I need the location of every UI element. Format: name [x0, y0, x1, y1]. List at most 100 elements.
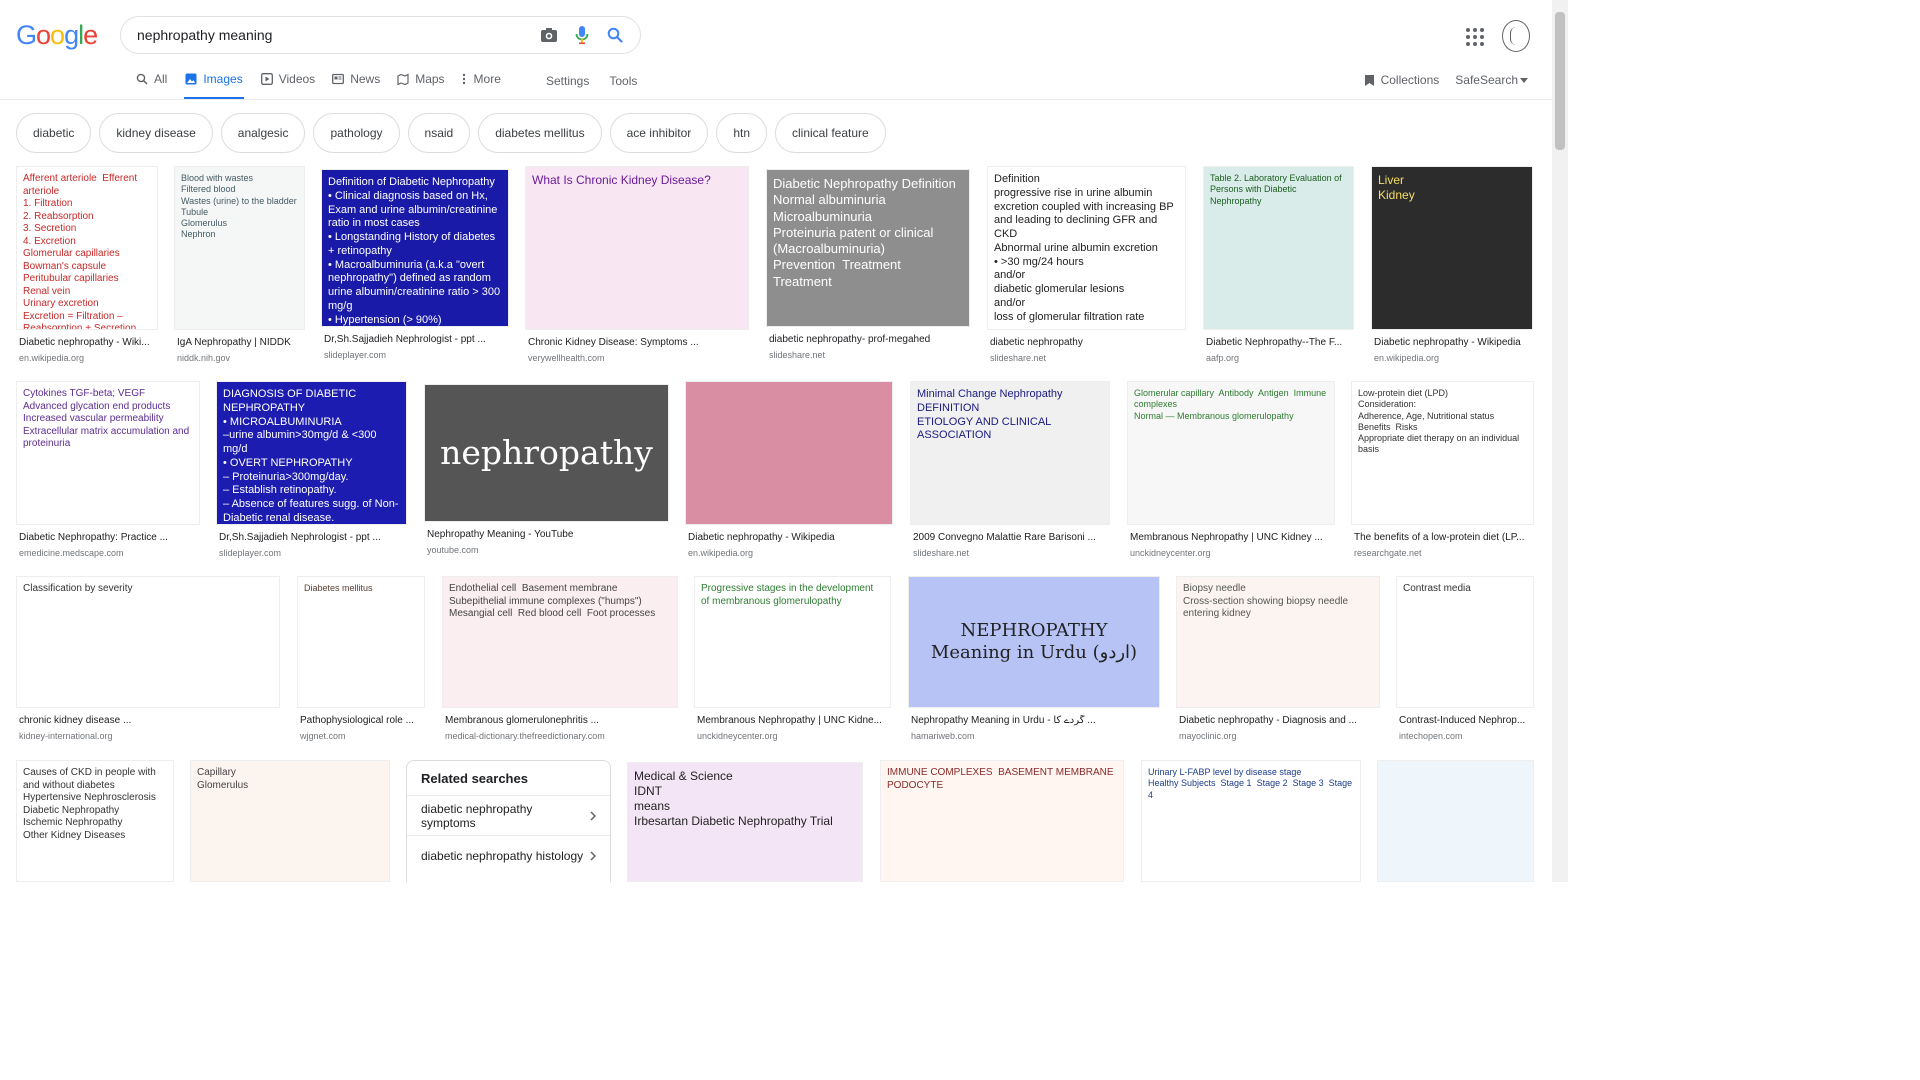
image-result[interactable]: Cytokines TGF-beta; VEGF Advanced glycat… [16, 381, 200, 565]
result-thumbnail[interactable]: Liver Kidney [1371, 166, 1533, 330]
image-result[interactable]: Liver Kidney Diabetic nephropathy - Wikip… [1371, 166, 1533, 370]
tools-link[interactable]: Tools [609, 74, 637, 88]
result-thumbnail[interactable]: Definition progressive rise in urine alb… [987, 166, 1186, 330]
chip-clinical-feature[interactable]: clinical feature [775, 113, 886, 153]
result-thumbnail[interactable]: Biopsy needle Cross-section showing biop… [1176, 576, 1380, 708]
chip-diabetes-mellitus[interactable]: diabetes mellitus [478, 113, 602, 153]
image-result[interactable]: Capillary Glomerulus [190, 760, 390, 882]
result-thumbnail[interactable]: Definition of Diabetic Nephropathy • Cli… [321, 169, 509, 327]
result-title[interactable]: Nephropathy Meaning - YouTube [427, 529, 666, 540]
image-result[interactable]: Biopsy needle Cross-section showing biop… [1176, 576, 1380, 748]
result-title[interactable]: Membranous Nephropathy | UNC Kidne... [697, 715, 888, 726]
result-title[interactable]: Diabetic nephropathy - Wikipedia [1374, 337, 1530, 348]
tab-maps[interactable]: Maps [397, 72, 445, 100]
image-result[interactable]: Progressive stages in the development of… [694, 576, 891, 748]
result-thumbnail[interactable]: Low-protein diet (LPD) Consideration: Ad… [1351, 381, 1534, 525]
search-icon[interactable] [604, 24, 626, 46]
result-thumbnail[interactable]: Diabetes mellitus [297, 576, 425, 708]
chip-htn[interactable]: htn [716, 113, 767, 153]
result-thumbnail[interactable]: Capillary Glomerulus [190, 760, 390, 882]
chip-kidney-disease[interactable]: kidney disease [99, 113, 213, 153]
result-thumbnail[interactable]: NEPHROPATHY Meaning in Urdu (اردو) [908, 576, 1160, 708]
tab-videos[interactable]: Videos [260, 72, 315, 100]
image-result[interactable]: Glomerular capillary Antibody Antigen Im… [1127, 381, 1335, 565]
result-title[interactable]: The benefits of a low-protein diet (LP..… [1354, 532, 1531, 543]
result-thumbnail[interactable]: Minimal Change Nephropathy DEFINITION ET… [910, 381, 1110, 525]
result-thumbnail[interactable]: Afferent arteriole Efferent arteriole 1.… [16, 166, 158, 330]
image-result[interactable]: nephropathy Nephropathy Meaning - YouTube… [424, 384, 669, 562]
result-title[interactable]: Diabetic nephropathy - Wiki... [19, 337, 155, 348]
image-result[interactable]: Diabetes mellitus Pathophysiological role… [297, 576, 425, 748]
related-search-item[interactable]: diabetic nephropathy histology [407, 835, 610, 875]
page-scrollbar[interactable] [1552, 0, 1568, 882]
result-thumbnail[interactable]: Classification by severity [16, 576, 280, 708]
result-title[interactable]: 2009 Convegno Malattie Rare Barisoni ... [913, 532, 1107, 543]
result-title[interactable]: Diabetic nephropathy - Diagnosis and ... [1179, 715, 1377, 726]
result-thumbnail[interactable]: Diabetic Nephropathy Definition Normal a… [766, 169, 970, 327]
image-result[interactable]: Definition of Diabetic Nephropathy • Cli… [321, 169, 509, 367]
image-result[interactable]: Endothelial cell Basement membrane Subep… [442, 576, 678, 748]
result-thumbnail[interactable] [1377, 760, 1534, 882]
result-title[interactable]: Contrast-Induced Nephrop... [1399, 715, 1531, 726]
result-thumbnail[interactable]: nephropathy [424, 384, 669, 522]
image-result[interactable]: Classification by severity chronic kidney… [16, 576, 280, 748]
image-result[interactable]: What Is Chronic Kidney Disease? Chronic K… [525, 166, 749, 370]
image-result[interactable]: Minimal Change Nephropathy DEFINITION ET… [910, 381, 1110, 565]
google-logo[interactable]: Google [16, 20, 98, 51]
microphone-icon[interactable] [571, 24, 593, 46]
image-result[interactable]: DIAGNOSIS OF DIABETIC NEPHROPATHY • MICR… [216, 381, 407, 565]
image-result[interactable]: Diabetic nephropathy - Wikipedia en.wikip… [685, 381, 893, 565]
result-title[interactable]: Pathophysiological role ... [300, 715, 422, 726]
result-thumbnail[interactable]: Urinary L-FABP level by disease stage He… [1141, 760, 1361, 882]
result-thumbnail[interactable]: Contrast media [1396, 576, 1534, 708]
chip-nsaid[interactable]: nsaid [407, 113, 471, 153]
image-result[interactable]: Definition progressive rise in urine alb… [987, 166, 1186, 370]
result-title[interactable]: Membranous glomerulonephritis ... [445, 715, 675, 726]
result-thumbnail[interactable]: Medical & Science IDNT means Irbesartan … [627, 762, 863, 882]
result-title[interactable]: Diabetic Nephropathy: Practice ... [19, 532, 197, 543]
result-thumbnail[interactable] [685, 381, 893, 525]
result-title[interactable]: diabetic nephropathy- prof-megahed [769, 334, 967, 345]
result-thumbnail[interactable]: Causes of CKD in people with and without… [16, 760, 174, 882]
result-title[interactable]: Diabetic nephropathy - Wikipedia [688, 532, 890, 543]
image-result[interactable]: Afferent arteriole Efferent arteriole 1.… [16, 166, 158, 370]
result-thumbnail[interactable]: Progressive stages in the development of… [694, 576, 891, 708]
result-thumbnail[interactable]: What Is Chronic Kidney Disease? [525, 166, 749, 330]
tab-news[interactable]: News [332, 72, 380, 100]
image-result[interactable]: NEPHROPATHY Meaning in Urdu (اردو) Nephro… [908, 576, 1160, 748]
image-result[interactable]: Contrast media Contrast-Induced Nephrop..… [1396, 576, 1534, 748]
result-thumbnail[interactable]: Glomerular capillary Antibody Antigen Im… [1127, 381, 1335, 525]
safesearch-dropdown[interactable]: SafeSearch [1455, 73, 1528, 87]
image-result[interactable]: Urinary L-FABP level by disease stage He… [1141, 760, 1361, 882]
apps-grid-icon[interactable] [1466, 28, 1484, 46]
chip-diabetic[interactable]: diabetic [16, 113, 92, 153]
chip-ace-inhibitor[interactable]: ace inhibitor [609, 113, 709, 153]
result-thumbnail[interactable]: Blood with wastes Filtered blood Wastes … [174, 166, 305, 330]
result-title[interactable]: Chronic Kidney Disease: Symptoms ... [528, 337, 746, 348]
account-avatar[interactable] [1502, 20, 1530, 52]
result-title[interactable]: Diabetic Nephropathy--The F... [1206, 337, 1351, 348]
scrollbar-thumb[interactable] [1555, 12, 1565, 150]
result-title[interactable]: Dr,Sh.Sajjadieh Nephrologist - ppt ... [219, 532, 404, 543]
result-title[interactable]: Dr,Sh.Sajjadieh Nephrologist - ppt ... [324, 334, 506, 345]
tab-images[interactable]: Images [184, 72, 244, 100]
image-result[interactable]: IMMUNE COMPLEXES BASEMENT MEMBRANE PODOC… [880, 760, 1124, 882]
related-search-item[interactable]: diabetic nephropathy symptoms [407, 795, 610, 835]
tab-more[interactable]: More [462, 72, 501, 100]
result-title[interactable]: diabetic nephropathy [990, 337, 1183, 348]
image-result[interactable]: Diabetic Nephropathy Definition Normal a… [766, 169, 970, 367]
result-thumbnail[interactable]: Cytokines TGF-beta; VEGF Advanced glycat… [16, 381, 200, 525]
camera-icon[interactable] [538, 24, 560, 46]
result-title[interactable]: IgA Nephropathy | NIDDK [177, 337, 302, 348]
image-result[interactable]: Table 2. Laboratory Evaluation of Person… [1203, 166, 1354, 370]
result-title[interactable]: chronic kidney disease ... [19, 715, 277, 726]
search-input[interactable] [137, 27, 527, 43]
result-thumbnail[interactable]: Endothelial cell Basement membrane Subep… [442, 576, 678, 708]
collections-link[interactable]: Collections [1364, 73, 1439, 87]
tab-all[interactable]: All [136, 72, 167, 100]
result-thumbnail[interactable]: DIAGNOSIS OF DIABETIC NEPHROPATHY • MICR… [216, 381, 407, 525]
image-result[interactable]: Causes of CKD in people with and without… [16, 760, 174, 882]
image-result[interactable]: Medical & Science IDNT means Irbesartan … [627, 762, 863, 882]
result-title[interactable]: Membranous Nephropathy | UNC Kidney ... [1130, 532, 1332, 543]
result-thumbnail[interactable]: Table 2. Laboratory Evaluation of Person… [1203, 166, 1354, 330]
